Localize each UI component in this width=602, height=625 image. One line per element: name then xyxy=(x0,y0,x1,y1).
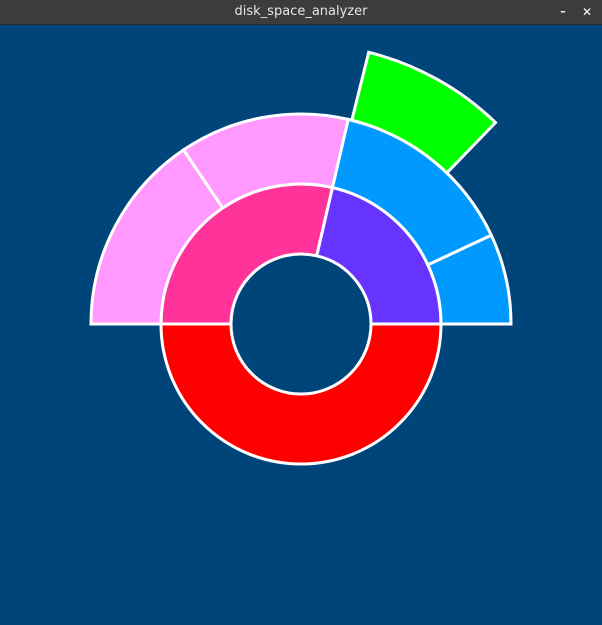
sunburst-canvas xyxy=(0,24,602,625)
close-icon[interactable]: ✕ xyxy=(578,3,596,21)
sunburst-chart xyxy=(89,50,513,466)
app-window: disk_space_analyzer – ✕ xyxy=(0,0,602,625)
minimize-icon[interactable]: – xyxy=(554,3,572,21)
sunburst-segment-level1-1[interactable] xyxy=(159,322,443,466)
title-bar[interactable]: disk_space_analyzer – ✕ xyxy=(0,0,602,25)
window-title: disk_space_analyzer xyxy=(234,4,368,19)
